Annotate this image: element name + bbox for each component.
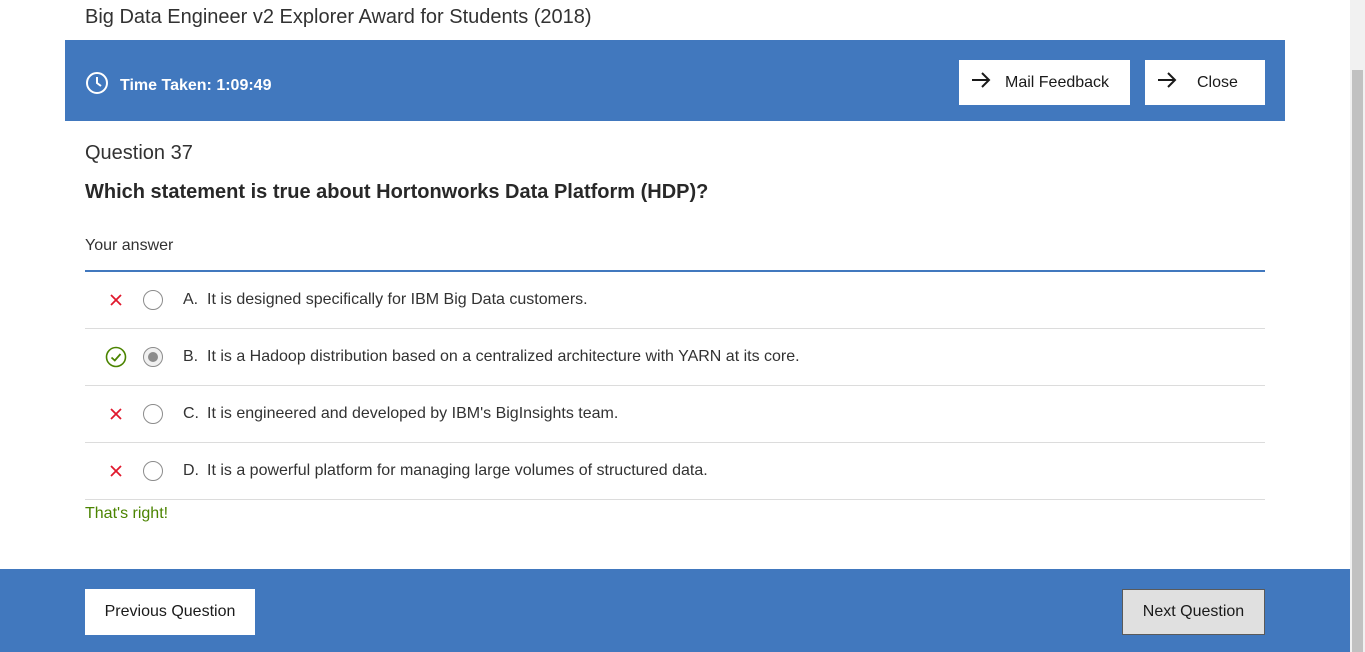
option-d[interactable]: D. It is a powerful platform for managin… xyxy=(85,443,1265,500)
option-text: It is designed specifically for IBM Big … xyxy=(207,291,588,308)
option-text: It is a Hadoop distribution based on a c… xyxy=(207,348,800,365)
vertical-scrollbar[interactable] xyxy=(1350,0,1365,652)
mail-feedback-label: Mail Feedback xyxy=(1005,73,1110,91)
feedback-message: That's right! xyxy=(85,505,169,522)
header-bar: Time Taken: 1:09:49 Mail Feedback Close xyxy=(65,40,1285,121)
timer: Time Taken: 1:09:49 xyxy=(85,71,271,100)
question-text: Which statement is true about Hortonwork… xyxy=(85,181,709,203)
option-c[interactable]: C. It is engineered and developed by IBM… xyxy=(85,386,1265,443)
answer-options: A. It is designed specifically for IBM B… xyxy=(85,272,1265,500)
previous-question-button[interactable]: Previous Question xyxy=(85,589,255,635)
next-question-label: Next Question xyxy=(1142,603,1245,620)
correct-check-icon xyxy=(105,346,127,368)
option-text: It is engineered and developed by IBM's … xyxy=(207,405,619,422)
incorrect-x-icon xyxy=(106,404,126,424)
incorrect-x-icon xyxy=(106,461,126,481)
clock-icon xyxy=(85,71,120,100)
your-answer-label: Your answer xyxy=(85,237,174,254)
option-letter: A. xyxy=(183,291,199,308)
scrollbar-thumb[interactable] xyxy=(1352,70,1363,652)
close-label: Close xyxy=(1197,73,1238,91)
question-number: Question 37 xyxy=(85,142,193,164)
option-a-radio[interactable] xyxy=(143,290,163,310)
option-a[interactable]: A. It is designed specifically for IBM B… xyxy=(85,272,1265,329)
option-d-radio[interactable] xyxy=(143,461,163,481)
option-c-radio[interactable] xyxy=(143,404,163,424)
arrow-right-icon xyxy=(971,72,1005,93)
arrow-right-icon xyxy=(1157,72,1191,93)
incorrect-x-icon xyxy=(106,290,126,310)
close-button[interactable]: Close xyxy=(1145,60,1265,105)
previous-question-label: Previous Question xyxy=(104,603,236,620)
option-letter: C. xyxy=(183,405,199,422)
mail-feedback-button[interactable]: Mail Feedback xyxy=(959,60,1130,105)
option-letter: D. xyxy=(183,462,199,479)
option-letter: B. xyxy=(183,348,199,365)
next-question-button[interactable]: Next Question xyxy=(1122,589,1265,635)
option-text: It is a powerful platform for managing l… xyxy=(207,462,708,479)
page-title: Big Data Engineer v2 Explorer Award for … xyxy=(85,6,592,28)
option-b[interactable]: B. It is a Hadoop distribution based on … xyxy=(85,329,1265,386)
option-b-radio[interactable] xyxy=(143,347,163,367)
time-taken-label: Time Taken: 1:09:49 xyxy=(120,76,272,94)
footer-bar: Previous Question Next Question xyxy=(0,569,1350,652)
